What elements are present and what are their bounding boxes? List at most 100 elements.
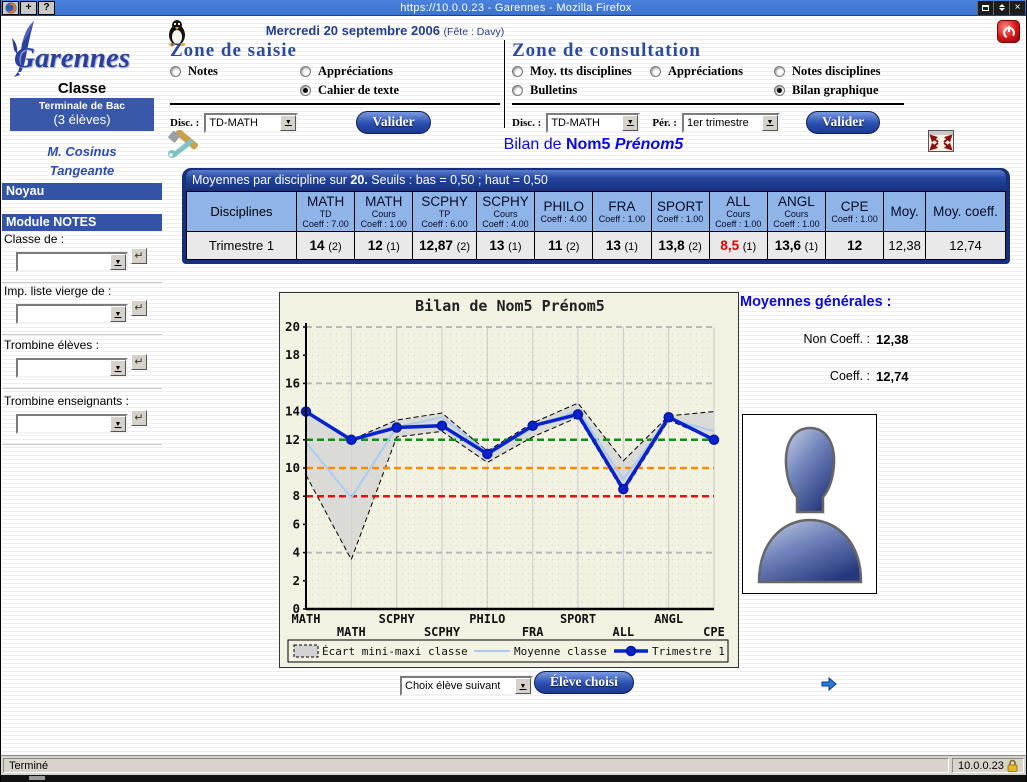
firefox-icon[interactable]	[2, 1, 19, 15]
shade-icon	[999, 4, 1005, 11]
enter-button[interactable]: ↵	[131, 300, 147, 316]
grade-cell-0: 14 (2)	[297, 232, 355, 260]
radio-circle-icon[interactable]	[300, 66, 311, 77]
grade-cell-5: 13 (1)	[593, 232, 651, 260]
student-nom: Nom5	[566, 136, 610, 153]
next-student-arrow-icon[interactable]	[820, 676, 838, 692]
trombine-eleves-row: ▼ ↵	[16, 358, 147, 378]
grade-cell-10: 12,38	[884, 232, 926, 260]
trombine-enseignants-row: ▼ ↵	[16, 414, 147, 434]
grade-cell-4: 11 (2)	[535, 232, 593, 260]
grades-table-panel: Moyennes par discipline sur 20. Seuils :…	[182, 168, 1010, 264]
classe-heading: Classe	[2, 80, 162, 97]
student-avatar	[749, 420, 871, 588]
column-header-math: MATHCoursCoeff : 1.00	[355, 192, 413, 232]
scrollbar-grip[interactable]	[29, 776, 45, 780]
column-header-moy-: Moy.	[884, 192, 926, 232]
teacher-name: M. Cosinus Tangeante	[2, 142, 162, 180]
classe-name: Terminale de Bac	[10, 100, 154, 112]
grade-cell-2: 12,87 (2)	[413, 232, 476, 260]
enter-button[interactable]: ↵	[131, 354, 147, 370]
student-next-select[interactable]: Choix élève suivant▼	[400, 676, 533, 696]
radio-circle-icon[interactable]	[170, 66, 181, 77]
classe-de-select[interactable]: ▼	[16, 252, 128, 272]
column-header-moy-coeff-: Moy. coeff.	[926, 192, 1006, 232]
radio-circle-icon[interactable]	[774, 66, 785, 77]
maximize-button[interactable]	[977, 1, 993, 15]
status-bar: Terminé 10.0.0.23	[1, 755, 1026, 775]
radio-bulletins[interactable]: Bulletins	[512, 83, 650, 98]
dropdown-arrow-icon[interactable]: ▼	[110, 416, 126, 432]
radio-moy-tts-disciplines[interactable]: Moy. tts disciplines	[512, 64, 650, 79]
radio-label: Moy. tts disciplines	[530, 64, 632, 79]
radio-circle-icon[interactable]	[512, 66, 523, 77]
radio-bilan-graphique[interactable]: Bilan graphique	[774, 83, 904, 98]
zone-de-saisie: Zone de saisie Notes Appréciations Cahie…	[170, 40, 500, 134]
radio-notes[interactable]: Notes	[170, 64, 300, 79]
eleve-choisi-button[interactable]: Élève choisi	[534, 671, 634, 694]
help-button[interactable]: ?	[38, 1, 55, 15]
report-header: Bilan de Nom5 Prénom5	[162, 128, 1025, 162]
radio-circle-icon[interactable]	[650, 66, 661, 77]
ssl-lock-icon[interactable]	[1007, 759, 1018, 772]
disc-label: Disc. :	[170, 117, 199, 129]
imp-liste-select[interactable]: ▼	[16, 304, 128, 324]
dropdown-arrow-icon[interactable]: ▼	[110, 360, 126, 376]
expand-fullscreen-icon[interactable]	[928, 130, 954, 152]
bottom-border	[1, 775, 1026, 782]
close-button[interactable]: ×	[1009, 1, 1025, 15]
column-header-all: ALLCoursCoeff : 1.00	[709, 192, 767, 232]
trombine-eleves-select[interactable]: ▼	[16, 358, 128, 378]
grade-cell-8: 13,6 (1)	[767, 232, 825, 260]
grade-cell-3: 13 (1)	[476, 232, 534, 260]
trombine-enseignants-select[interactable]: ▼	[16, 414, 128, 434]
radio-appreciations-consult[interactable]: Appréciations	[650, 64, 774, 79]
new-tab-button[interactable]: +	[20, 1, 37, 15]
column-header-disciplines: Disciplines	[187, 192, 297, 232]
imp-liste-row: ▼ ↵	[16, 304, 147, 324]
radio-circle-icon[interactable]	[774, 85, 785, 96]
dropdown-arrow-icon[interactable]: ▼	[110, 306, 126, 322]
noyau-section-title[interactable]: Noyau	[2, 183, 162, 200]
radio-label: Notes	[188, 64, 218, 79]
enter-button[interactable]: ↵	[131, 248, 147, 264]
zone-de-consultation: Zone de consultation Moy. tts discipline…	[512, 40, 904, 134]
logo-text[interactable]: Garennes	[14, 42, 130, 75]
svg-text:SCPHY: SCPHY	[424, 625, 461, 639]
maximize-icon	[982, 5, 989, 11]
zone-saisie-title: Zone de saisie	[170, 40, 500, 62]
column-header-scphy: SCPHYTPCoeff : 6.00	[413, 192, 476, 232]
radio-notes-disciplines[interactable]: Notes disciplines	[774, 64, 904, 79]
coeff-value: 12,74	[876, 369, 909, 384]
host-cell: 10.0.0.23	[952, 758, 1024, 773]
radio-cahier-de-texte[interactable]: Cahier de texte	[300, 83, 500, 98]
trombine-enseignants-label: Trombine enseignants :	[4, 394, 129, 408]
dropdown-arrow-icon[interactable]: ▼	[515, 678, 531, 694]
grade-cell-9: 12	[826, 232, 884, 260]
svg-text:CPE: CPE	[703, 625, 725, 639]
imp-liste-label: Imp. liste vierge de :	[4, 284, 111, 298]
radio-appreciations[interactable]: Appréciations	[300, 64, 500, 79]
coeff-line: Coeff. : 12,74	[740, 369, 1027, 384]
shade-button[interactable]	[993, 1, 1009, 15]
logout-power-button[interactable]	[997, 20, 1020, 43]
column-header-scphy: SCPHYCoursCoeff : 4.00	[476, 192, 534, 232]
dropdown-arrow-icon[interactable]: ▼	[110, 254, 126, 270]
disc-label: Disc. :	[512, 117, 541, 129]
svg-text:8: 8	[292, 488, 300, 503]
radio-circle-icon[interactable]	[300, 85, 311, 96]
grade-cell-11: 12,74	[926, 232, 1006, 260]
grades-table-caption: Moyennes par discipline sur 20. Seuils :…	[186, 170, 1006, 191]
radio-circle-icon[interactable]	[512, 85, 523, 96]
zones-divider	[504, 40, 505, 128]
svg-text:18: 18	[285, 347, 300, 362]
svg-text:16: 16	[285, 375, 300, 390]
module-notes-section-title[interactable]: Module NOTES	[2, 214, 162, 231]
enter-button[interactable]: ↵	[131, 410, 147, 426]
main-content: Mercredi 20 septembre 2006 (Fête : Davy)…	[162, 16, 1025, 755]
zone-consultation-title: Zone de consultation	[512, 40, 904, 62]
radio-label: Bulletins	[530, 83, 577, 98]
column-header-fra: FRACoeff : 1.00	[593, 192, 651, 232]
student-photo-frame	[742, 414, 877, 594]
svg-text:Moyenne classe: Moyenne classe	[514, 645, 607, 658]
